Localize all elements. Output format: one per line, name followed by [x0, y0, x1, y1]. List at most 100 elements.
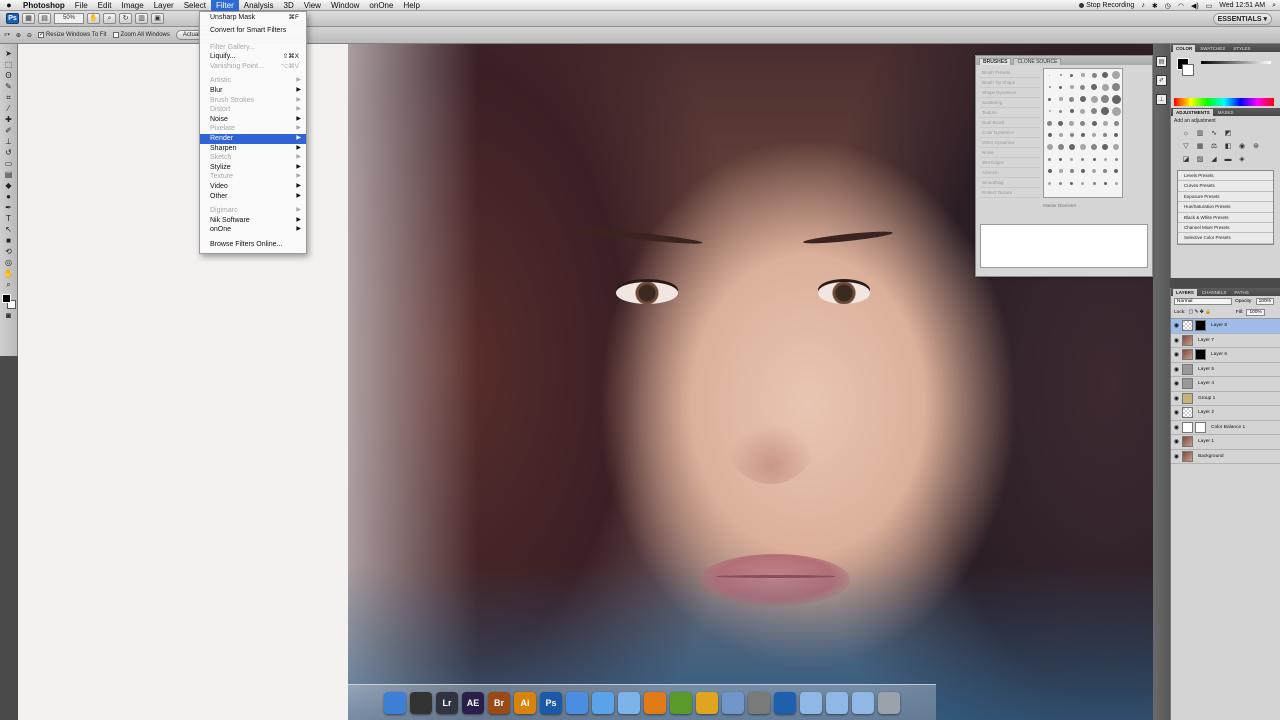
- filter-menu-item-other[interactable]: Other ▶: [200, 192, 306, 202]
- hand-tool-icon[interactable]: ✋: [87, 13, 100, 24]
- layer-row[interactable]: ◉ Color Balance 1: [1171, 421, 1280, 435]
- brush-tip-preset[interactable]: [1047, 120, 1053, 126]
- brush-tip-preset[interactable]: [1114, 157, 1118, 161]
- layer-row[interactable]: ◉ Layer 5: [1171, 363, 1280, 377]
- preset-hue-saturation-presets[interactable]: Hue/Saturation Presets: [1178, 202, 1273, 213]
- brush-tip-preset[interactable]: [1101, 107, 1110, 115]
- selective-color-icon[interactable]: ◈: [1237, 155, 1247, 165]
- filter-menu-item-blur[interactable]: Blur ▶: [200, 86, 306, 96]
- tab-masks[interactable]: MASKS: [1215, 109, 1237, 116]
- quick-selection-tool-icon[interactable]: ✎: [3, 81, 15, 92]
- filter-menu-item-liquify[interactable]: Liquify... ⇧⌘X: [200, 52, 306, 62]
- wifi-icon[interactable]: ◠: [1178, 2, 1184, 10]
- dodge-tool-icon[interactable]: ●: [3, 191, 15, 202]
- hue-saturation-icon[interactable]: ▦: [1195, 142, 1205, 152]
- preset-exposure-presets[interactable]: Exposure Presets: [1178, 192, 1273, 203]
- brush-tip-preset[interactable]: [1058, 169, 1063, 173]
- visibility-eye-icon[interactable]: ◉: [1173, 351, 1180, 358]
- 3d-rotate-tool-icon[interactable]: ⟲: [3, 246, 15, 257]
- preset-selective-color-presets[interactable]: Selective Color Presets: [1178, 233, 1273, 244]
- brush-option-color-dynamics[interactable]: Color Dynamics: [980, 128, 1040, 138]
- brush-tip-preset[interactable]: [1111, 106, 1121, 116]
- dock-photoshop-icon[interactable]: Ps: [540, 691, 562, 714]
- layer-row[interactable]: ◉ Layer 7: [1171, 334, 1280, 348]
- brush-tip-preset[interactable]: [1048, 181, 1052, 185]
- brush-option-protect-texture[interactable]: Protect Texture: [980, 188, 1040, 198]
- gradient-map-icon[interactable]: ▬: [1223, 155, 1233, 165]
- dock-lightroom-icon[interactable]: Lr: [436, 691, 458, 714]
- brush-tip-preset[interactable]: [1102, 72, 1109, 78]
- brush-tip-preset[interactable]: [1059, 74, 1062, 76]
- layer-row[interactable]: ◉ Layer 8: [1171, 319, 1280, 334]
- gradient-tool-icon[interactable]: ▤: [3, 169, 15, 180]
- brush-tip-preset[interactable]: [1049, 74, 1051, 76]
- brush-tip-preset[interactable]: [1091, 72, 1097, 78]
- dock-transmission-icon[interactable]: [670, 691, 692, 714]
- visibility-eye-icon[interactable]: ◉: [1173, 322, 1180, 329]
- quick-mask-icon[interactable]: ◙: [3, 310, 15, 321]
- pen-tool-icon[interactable]: ✒: [3, 202, 15, 213]
- dock-trash-icon[interactable]: [878, 691, 900, 714]
- brush-option-noise[interactable]: Noise: [980, 148, 1040, 158]
- brush-tip-preset[interactable]: [1080, 133, 1085, 137]
- brush-option-texture[interactable]: Texture: [980, 108, 1040, 118]
- preset-channel-mixer-presets[interactable]: Channel Mixer Presets: [1178, 223, 1273, 234]
- brush-tip-preset[interactable]: [1080, 108, 1086, 114]
- threshold-icon[interactable]: ◢: [1209, 155, 1219, 165]
- brightness-contrast-icon[interactable]: ☼: [1181, 129, 1191, 139]
- lock-icons[interactable]: ▢ ✎ ✥ 🔒: [1188, 310, 1211, 315]
- launch-bridge-icon[interactable]: ▦: [22, 13, 35, 24]
- dock-vlc-icon[interactable]: [644, 691, 666, 714]
- dock-bridge-icon[interactable]: Br: [488, 691, 510, 714]
- zoom-all-windows-checkbox[interactable]: Zoom All Windows: [112, 32, 170, 38]
- brush-tip-preset[interactable]: [1080, 73, 1085, 77]
- filter-menu-item-noise[interactable]: Noise ▶: [200, 115, 306, 125]
- brush-tip-grid[interactable]: [1043, 68, 1123, 198]
- brush-tip-preset[interactable]: [1101, 95, 1110, 103]
- brush-panel-icon[interactable]: ✐: [1156, 75, 1167, 86]
- layer-mask-thumbnail[interactable]: [1195, 421, 1206, 433]
- path-selection-tool-icon[interactable]: ↖: [3, 224, 15, 235]
- brush-tip-preset[interactable]: [1080, 169, 1085, 173]
- brush-tool-icon[interactable]: ✐: [3, 125, 15, 136]
- visibility-eye-icon[interactable]: ◉: [1173, 380, 1180, 387]
- channel-mixer-icon[interactable]: ⊛: [1251, 142, 1261, 152]
- brush-tip-preset[interactable]: [1079, 144, 1086, 150]
- dock-safari-icon[interactable]: [566, 691, 588, 714]
- dock-after-effects-icon[interactable]: AE: [462, 691, 484, 714]
- brush-tip-preset[interactable]: [1058, 120, 1064, 126]
- brush-tip-preset[interactable]: [1103, 157, 1107, 161]
- tab-layers[interactable]: LAYERS: [1173, 289, 1197, 296]
- brush-tip-preset[interactable]: [1103, 169, 1108, 173]
- visibility-eye-icon[interactable]: ◉: [1173, 366, 1180, 373]
- resize-windows-checkbox[interactable]: ✓ Resize Windows To Fit: [37, 32, 107, 38]
- brush-tip-preset[interactable]: [1069, 169, 1074, 173]
- color-balance-icon[interactable]: ⚖: [1209, 142, 1219, 152]
- clock[interactable]: Wed 12:51 AM: [1219, 2, 1265, 9]
- menu-3d[interactable]: 3D: [279, 0, 299, 11]
- brush-tip-preset[interactable]: [1048, 110, 1051, 112]
- tab-clone-source[interactable]: CLONE SOURCE: [1013, 58, 1062, 65]
- visibility-eye-icon[interactable]: ◉: [1173, 337, 1180, 344]
- color-background[interactable]: [1182, 64, 1194, 76]
- script-icon[interactable]: ♪: [1141, 2, 1145, 9]
- layer-row[interactable]: ◉ Background: [1171, 450, 1280, 464]
- dock-finder-icon[interactable]: [384, 691, 406, 714]
- clone-source-icon[interactable]: ⊥: [1156, 94, 1167, 105]
- zoom-in-icon[interactable]: ⊕: [16, 32, 21, 39]
- dock-folder-downloads-icon[interactable]: [852, 691, 874, 714]
- preset-curves-presets[interactable]: Curves Presets: [1178, 181, 1273, 192]
- brush-tip-preset[interactable]: [1059, 109, 1063, 113]
- rotate-view-icon[interactable]: ↻: [119, 13, 132, 24]
- opacity-input[interactable]: 100%: [1255, 298, 1274, 305]
- vibrance-icon[interactable]: ▽: [1181, 142, 1191, 152]
- exposure-icon[interactable]: ◩: [1223, 129, 1233, 139]
- hand-tool-icon[interactable]: ✋: [3, 268, 15, 279]
- brush-tip-preset[interactable]: [1092, 133, 1097, 137]
- 3d-orbit-tool-icon[interactable]: ◎: [3, 257, 15, 268]
- brush-tip-preset[interactable]: [1059, 181, 1063, 185]
- filter-menu-item-convert-for-smart-filters[interactable]: Convert for Smart Filters: [200, 23, 306, 38]
- volume-icon[interactable]: ◀): [1191, 2, 1199, 10]
- dock-illustrator-icon[interactable]: Ai: [514, 691, 536, 714]
- brush-tip-preset[interactable]: [1091, 120, 1097, 126]
